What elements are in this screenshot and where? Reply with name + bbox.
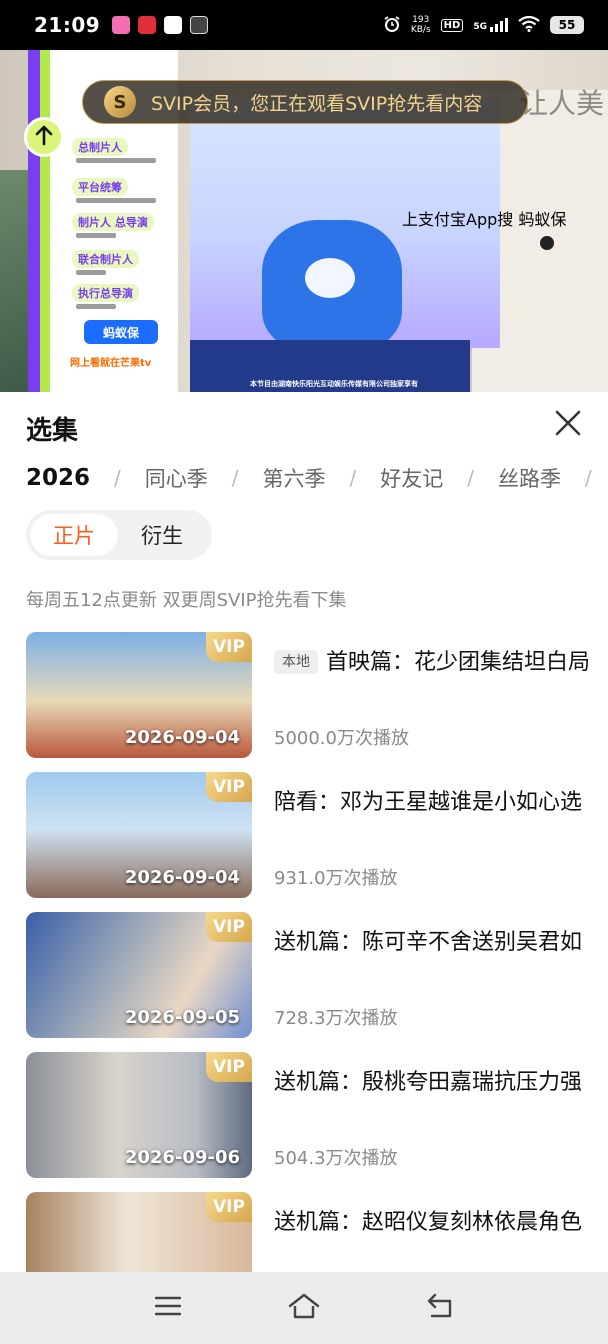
vip-tag: VIP (206, 1192, 252, 1222)
credit-tag: 联合制片人 (72, 250, 139, 268)
svip-badge-icon: S (104, 86, 136, 118)
episode-title: 送机篇：殷桃夸田嘉瑞抗压力强 (274, 1070, 583, 1095)
content-type-toggle: 正片 衍生 (26, 510, 212, 560)
menu-icon (154, 1295, 182, 1321)
episode-thumbnail[interactable]: VIP 2026-09-06 (26, 1052, 252, 1178)
episode-title-block[interactable]: 送机篇：陈可辛不舍送别吴君如 (274, 926, 590, 960)
season-tab[interactable]: 第六季 (263, 463, 326, 493)
episode-title: 首映篇：花少团集结坦白局 (326, 650, 591, 675)
hd-badge: HD (440, 18, 464, 32)
close-icon (555, 410, 581, 440)
segment-main-episodes[interactable]: 正片 (30, 514, 118, 556)
arrow-up-icon (34, 124, 54, 150)
episode-title-block[interactable]: 送机篇：殷桃夸田嘉瑞抗压力强 (274, 1066, 590, 1100)
episode-thumbnail[interactable]: VIP 2026-09-04 (26, 772, 252, 898)
credit-names (76, 270, 106, 275)
episode-item[interactable]: VIP 2026-09-04 陪看：邓为王星越谁是小如心选 931.0万次播放 (0, 772, 608, 900)
episode-item[interactable]: VIP 2026-09-06 送机篇：殷桃夸田嘉瑞抗压力强 504.3万次播放 (0, 1052, 608, 1180)
status-bar: 21:09 193 KB/s HD 5G 55 (0, 0, 608, 50)
status-indicators: 193 KB/s HD 5G 55 (383, 15, 584, 36)
credit-tag: 制片人 总导演 (72, 213, 154, 231)
panel-title: 选集 (26, 416, 79, 446)
episode-play-count: 504.3万次播放 (274, 1148, 398, 1169)
episode-title: 陪看：邓为王星越谁是小如心选 (274, 790, 583, 815)
season-divider: / (114, 466, 121, 490)
home-icon (288, 1293, 320, 1323)
vip-tag: VIP (206, 772, 252, 802)
mascot-face (305, 258, 355, 298)
net-speed: 193 KB/s (410, 15, 431, 35)
app-notification-icon (164, 16, 183, 34)
vip-tag: VIP (206, 912, 252, 942)
nav-menu-button[interactable] (148, 1288, 188, 1328)
nav-back-button[interactable] (420, 1288, 460, 1328)
episode-title-block[interactable]: 送机篇：赵昭仪复刻林依晨角色 (274, 1206, 590, 1240)
signal-icon: 5G (473, 18, 508, 32)
credit-names (76, 198, 156, 203)
close-button[interactable] (551, 408, 585, 442)
episode-panel: 选集 2026 / 同心季 / 第六季 / 好友记 / 丝路季 / 第 正片 衍… (0, 392, 608, 1272)
wifi-icon (518, 15, 540, 35)
credit-names (76, 304, 116, 309)
nav-home-button[interactable] (284, 1288, 324, 1328)
battery-indicator: 55 (550, 16, 584, 34)
episode-title-block[interactable]: 陪看：邓为王星越谁是小如心选 (274, 786, 590, 820)
alarm-icon (383, 15, 401, 36)
status-time: 21:09 (34, 13, 101, 37)
season-divider: / (231, 466, 239, 490)
credit-tag: 平台统筹 (72, 178, 128, 196)
video-scene-knob (540, 236, 554, 250)
credit-names (76, 158, 156, 163)
video-caption: 本节目由湖南快乐阳光互动娱乐传媒有限公司独家享有 (250, 380, 418, 388)
vip-tag: VIP (206, 632, 252, 662)
credit-names (76, 233, 116, 238)
svip-toast-text: SVIP会员，您正在观看SVIP抢先看内容 (151, 92, 483, 115)
episode-thumbnail[interactable]: VIP 2026-09-04 (26, 632, 252, 758)
episode-play-count: 931.0万次播放 (274, 868, 398, 889)
episode-title: 送机篇：赵昭仪复刻林依晨角色 (274, 1210, 583, 1235)
episode-date: 2026-09-04 (124, 867, 240, 888)
episode-thumbnail[interactable]: VIP 2026-09-05 (26, 912, 252, 1038)
back-button[interactable] (24, 117, 64, 157)
episode-play-count: 728.3万次播放 (274, 1008, 398, 1029)
episode-play-count: 5000.0万次播放 (274, 728, 409, 749)
sponsor-badge: 蚂蚁保 (84, 320, 158, 344)
platform-logo: 网上看就在芒果tv (70, 358, 152, 369)
episode-thumbnail[interactable]: VIP (26, 1192, 252, 1272)
season-divider: / (467, 466, 475, 490)
segment-derivatives[interactable]: 衍生 (118, 514, 206, 556)
episode-date: 2026-09-04 (124, 727, 240, 748)
season-divider: / (585, 466, 592, 490)
season-tab[interactable]: 2026 (26, 465, 90, 491)
app-notification-icon (190, 16, 209, 34)
svip-toast[interactable]: SVIP会员，您正在观看SVIP抢先看内容 (82, 80, 528, 124)
season-tab[interactable]: 好友记 (380, 463, 443, 493)
season-tab[interactable]: 同心季 (145, 463, 208, 493)
back-icon (426, 1293, 454, 1323)
app-notification-icon (138, 16, 157, 34)
video-bg-text: 让人美 (520, 87, 605, 120)
system-nav-bar (0, 1272, 608, 1344)
episode-date: 2026-09-05 (124, 1007, 240, 1028)
episode-title: 送机篇：陈可辛不舍送别吴君如 (274, 930, 583, 955)
episode-item[interactable]: VIP 2026-09-04 本地 首映篇：花少团集结坦白局 5000.0万次播放 (0, 632, 608, 760)
credits-strip (40, 50, 50, 392)
episode-item[interactable]: VIP 送机篇：赵昭仪复刻林依晨角色 (0, 1192, 608, 1272)
screen-sign: 上支付宝App搜 蚂蚁保 (402, 210, 567, 229)
notification-icons (112, 16, 209, 34)
episode-item[interactable]: VIP 2026-09-05 送机篇：陈可辛不舍送别吴君如 728.3万次播放 (0, 912, 608, 1040)
season-tabs: 2026 / 同心季 / 第六季 / 好友记 / 丝路季 / 第 (26, 458, 608, 498)
update-schedule-note: 每周五12点更新 双更周SVIP抢先看下集 (26, 590, 347, 611)
episode-date: 2026-09-06 (124, 1147, 240, 1168)
credit-tag: 总制片人 (72, 138, 128, 156)
local-badge: 本地 (274, 650, 318, 674)
credit-tag: 执行总导演 (72, 284, 139, 302)
vip-tag: VIP (206, 1052, 252, 1082)
app-notification-icon (112, 16, 131, 34)
season-divider: / (349, 466, 357, 490)
episode-title-block[interactable]: 本地 首映篇：花少团集结坦白局 (274, 646, 590, 680)
season-tab[interactable]: 丝路季 (498, 463, 561, 493)
